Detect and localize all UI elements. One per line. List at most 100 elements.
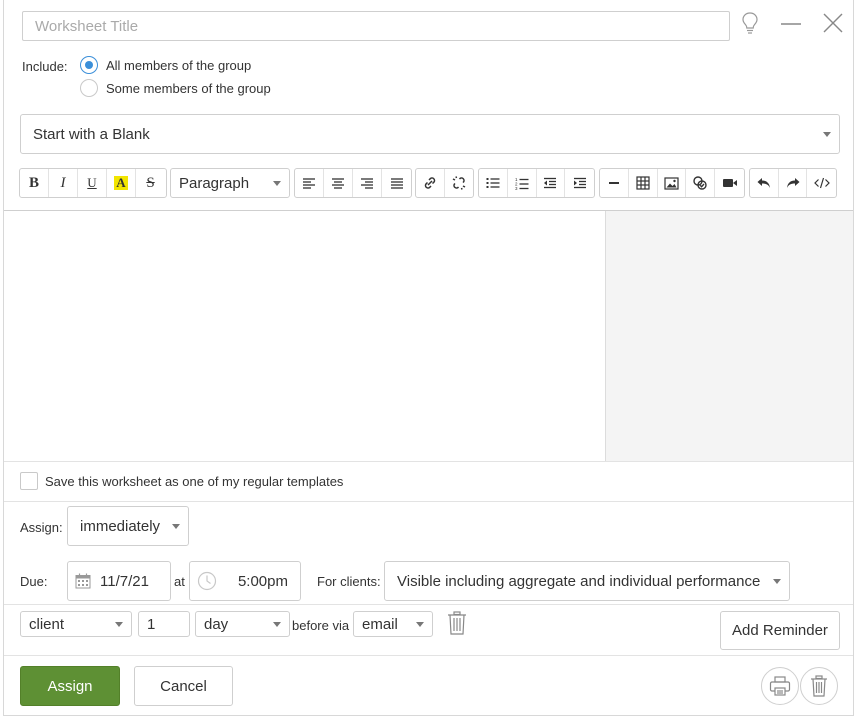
outdent-button[interactable]: [537, 169, 566, 197]
insert-image-button[interactable]: [658, 169, 687, 197]
due-time-value: 5:00pm: [237, 572, 288, 590]
reminder-channel-value: email: [362, 615, 398, 633]
for-clients-label: For clients:: [317, 574, 381, 589]
editor-area: [4, 210, 853, 462]
print-icon: [769, 676, 791, 696]
client-visibility-select[interactable]: Visible including aggregate and individu…: [384, 561, 790, 601]
reminder-unit-select[interactable]: day: [195, 611, 290, 637]
bullet-list-button[interactable]: [479, 169, 508, 197]
divider: [4, 655, 853, 656]
trash-icon: [811, 675, 827, 697]
numbered-list-button[interactable]: 123: [508, 169, 537, 197]
strikethrough-button[interactable]: S: [136, 169, 165, 197]
chevron-down-icon: [773, 579, 781, 584]
history-group: [749, 168, 837, 198]
add-reminder-button[interactable]: Add Reminder: [720, 611, 840, 650]
align-left-button[interactable]: [295, 169, 324, 197]
insert-video-button[interactable]: [715, 169, 744, 197]
underline-icon: U: [87, 175, 97, 190]
worksheet-title-input[interactable]: [22, 11, 730, 41]
template-select-value: Start with a Blank: [33, 125, 150, 143]
svg-text:3: 3: [515, 186, 518, 190]
due-label: Due:: [20, 574, 48, 589]
radio-button[interactable]: [80, 79, 98, 97]
reminder-recipient-select[interactable]: client: [20, 611, 132, 637]
radio-all-members[interactable]: All members of the group: [80, 56, 251, 74]
insert-link-button[interactable]: [416, 169, 445, 197]
video-icon: [722, 179, 737, 187]
horizontal-rule-button[interactable]: [600, 169, 629, 197]
block-format-value: Paragraph: [179, 174, 250, 192]
radio-label: All members of the group: [106, 57, 252, 73]
bullet-list-icon: [486, 178, 500, 188]
template-select[interactable]: Start with a Blank: [20, 114, 840, 154]
align-center-button[interactable]: [324, 169, 353, 197]
calendar-icon: [75, 573, 91, 589]
print-button[interactable]: [761, 667, 799, 705]
chevron-down-icon: [416, 622, 424, 627]
close-icon[interactable]: [822, 12, 844, 34]
assign-button-label: Assign: [47, 677, 93, 695]
undo-button[interactable]: [750, 169, 779, 197]
divider: [4, 604, 853, 605]
delete-reminder-icon[interactable]: [446, 611, 468, 635]
outdent-icon: [544, 177, 557, 189]
chevron-down-icon: [273, 181, 281, 186]
underline-button[interactable]: U: [78, 169, 107, 197]
indent-button[interactable]: [565, 169, 594, 197]
at-label: at: [174, 574, 185, 589]
editor-side-panel: [605, 211, 853, 461]
align-justify-icon: [390, 178, 403, 189]
chevron-down-icon: [115, 622, 123, 627]
align-right-button[interactable]: [353, 169, 382, 197]
save-template-label: Save this worksheet as one of my regular…: [45, 474, 344, 489]
reminder-unit-value: day: [204, 615, 229, 633]
radio-button-selected[interactable]: [80, 56, 98, 74]
align-center-icon: [332, 178, 344, 189]
due-time-field[interactable]: 5:00pm: [189, 561, 301, 601]
link-icon: [424, 177, 435, 189]
align-left-icon: [303, 178, 315, 189]
due-date-field[interactable]: 11/7/21: [67, 561, 171, 601]
assign-timing-value: immediately: [80, 517, 161, 535]
image-icon: [664, 176, 679, 190]
insert-group: [599, 168, 745, 198]
delete-worksheet-button[interactable]: [800, 667, 838, 705]
worksheet-dialog: Include: All members of the group Some m…: [3, 0, 854, 716]
remove-link-button[interactable]: [445, 169, 473, 197]
align-justify-button[interactable]: [382, 169, 411, 197]
divider: [4, 501, 853, 502]
bold-button[interactable]: B: [20, 169, 49, 197]
cancel-button-label: Cancel: [160, 677, 207, 695]
cancel-button[interactable]: Cancel: [134, 666, 233, 706]
reminder-amount-value: 1: [147, 615, 156, 633]
block-format-select[interactable]: Paragraph: [170, 168, 290, 198]
highlight-icon: A: [114, 175, 128, 190]
due-date-value: 11/7/21: [100, 572, 149, 590]
insert-table-button[interactable]: [629, 169, 658, 197]
assign-timing-select[interactable]: immediately: [67, 506, 189, 546]
lightbulb-icon[interactable]: [739, 11, 761, 35]
undo-icon: [757, 178, 770, 188]
source-code-button[interactable]: [807, 169, 836, 197]
highlight-button[interactable]: A: [107, 169, 136, 197]
horizontal-rule-icon: [608, 182, 619, 184]
reminder-channel-select[interactable]: email: [353, 611, 433, 637]
align-right-icon: [361, 178, 373, 189]
reminder-amount-field[interactable]: 1: [138, 611, 190, 637]
list-group: 123: [478, 168, 595, 198]
minimize-icon[interactable]: [780, 14, 802, 34]
editor-content[interactable]: [4, 211, 605, 461]
italic-button[interactable]: I: [49, 169, 78, 197]
save-template-checkbox[interactable]: [20, 472, 38, 490]
radio-some-members[interactable]: Some members of the group: [80, 79, 271, 97]
assign-button[interactable]: Assign: [20, 666, 120, 706]
chevron-down-icon: [273, 622, 281, 627]
redo-button[interactable]: [779, 169, 808, 197]
chevron-down-icon: [823, 132, 831, 137]
client-visibility-value: Visible including aggregate and individu…: [397, 572, 761, 590]
code-icon: [813, 177, 830, 189]
insert-embed-button[interactable]: [686, 169, 716, 197]
table-icon: [636, 176, 650, 190]
alignment-group: [294, 168, 412, 198]
